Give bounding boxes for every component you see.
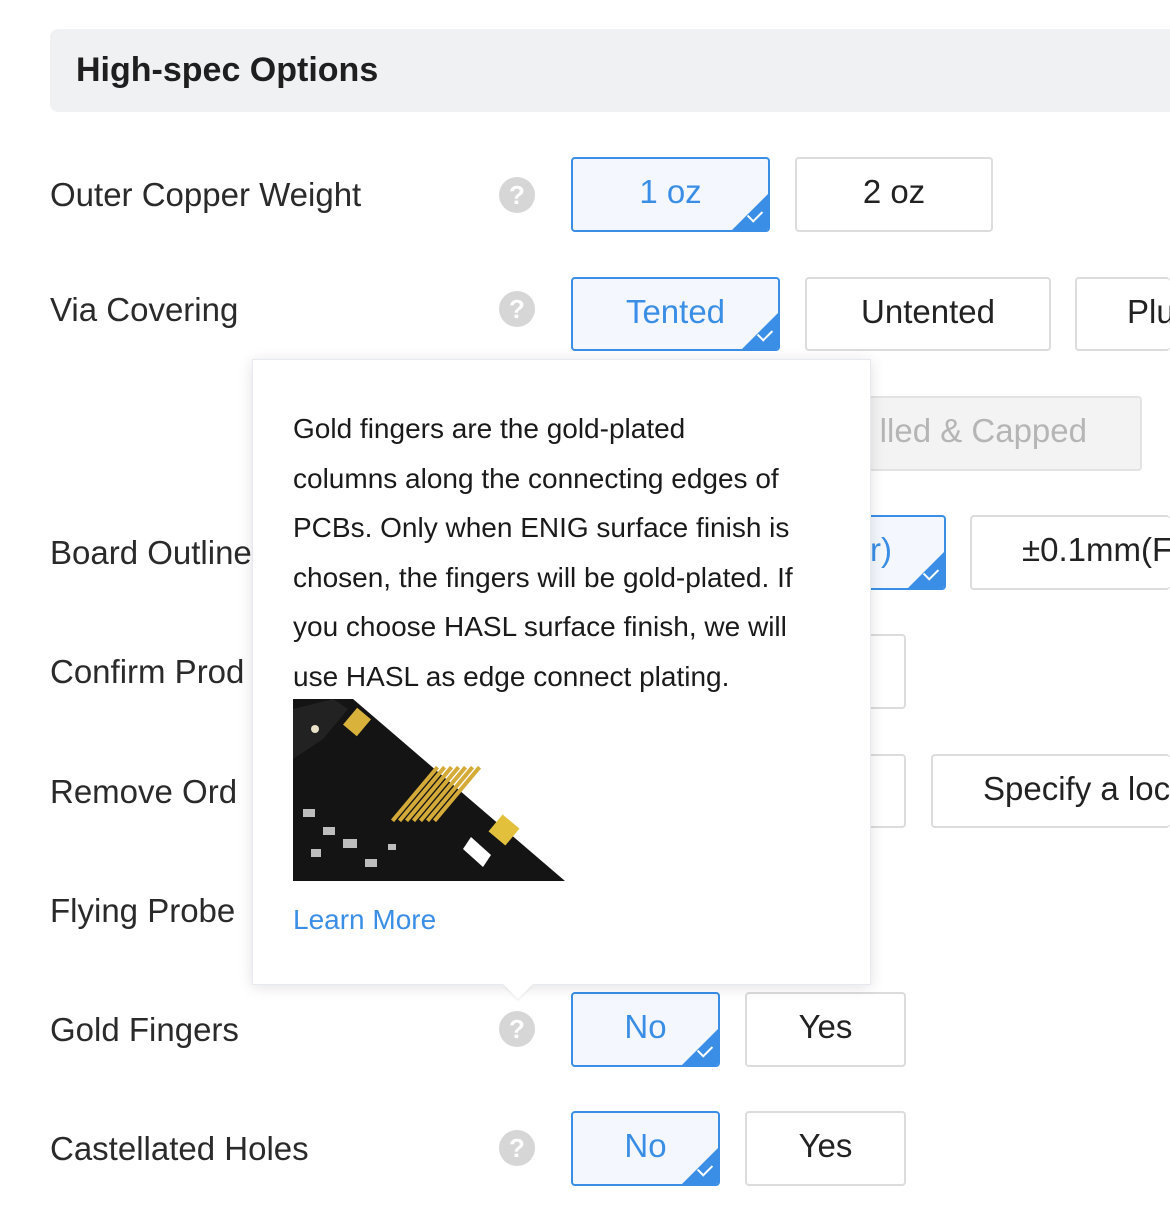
option-label: No bbox=[624, 1008, 667, 1045]
option-label: Plu bbox=[1127, 293, 1170, 330]
tooltip-line: you choose HASL surface finish, we will bbox=[293, 611, 787, 643]
option-label: 2 oz bbox=[862, 173, 926, 210]
section-header: High-spec Options bbox=[50, 29, 1170, 112]
option-1oz-button[interactable]: 1 oz bbox=[571, 157, 770, 232]
via-covering-label: Via Covering bbox=[50, 291, 239, 328]
option-tolerance-button[interactable]: ±0.1mm(F bbox=[970, 515, 1170, 590]
gold-fingers-tooltip: Gold fingers are the gold-plated columns… bbox=[252, 359, 871, 999]
question-circle-icon[interactable]: ? bbox=[499, 1011, 535, 1047]
check-corner-icon bbox=[732, 194, 768, 230]
tooltip-arrow bbox=[503, 984, 533, 999]
check-corner-icon bbox=[682, 1148, 718, 1184]
flying-probe-label: Flying Probe bbox=[50, 892, 236, 929]
option-specify-location-button[interactable]: Specify a loc bbox=[931, 754, 1170, 828]
tooltip-line: Gold fingers are the gold-plated bbox=[293, 413, 686, 444]
option-label: Specify a loc bbox=[983, 770, 1170, 807]
option-gold-fingers-no-button[interactable]: No bbox=[571, 992, 720, 1067]
check-corner-icon bbox=[908, 552, 944, 588]
confirm-production-label: Confirm Prod bbox=[50, 653, 245, 690]
option-label: lled & Capped bbox=[879, 412, 1087, 449]
question-circle-icon[interactable]: ? bbox=[499, 291, 535, 327]
option-label: No bbox=[624, 1127, 667, 1164]
option-castellated-no-button[interactable]: No bbox=[571, 1111, 720, 1186]
question-circle-icon[interactable]: ? bbox=[499, 1130, 535, 1166]
check-corner-icon bbox=[742, 313, 778, 349]
option-plugged-button[interactable]: Plu bbox=[1075, 277, 1170, 351]
option-untented-button[interactable]: Untented bbox=[805, 277, 1051, 351]
gold-fingers-label: Gold Fingers bbox=[50, 1011, 239, 1048]
option-castellated-yes-button[interactable]: Yes bbox=[745, 1111, 906, 1186]
option-label: 1 oz bbox=[639, 173, 702, 210]
castellated-holes-label: Castellated Holes bbox=[50, 1130, 309, 1167]
section-title: High-spec Options bbox=[76, 51, 379, 89]
tooltip-line: PCBs. Only when ENIG surface finish is bbox=[293, 512, 790, 544]
outer-copper-weight-label: Outer Copper Weight bbox=[50, 176, 362, 213]
question-circle-icon[interactable]: ? bbox=[499, 177, 535, 213]
board-outline-label: Board Outline bbox=[50, 534, 252, 571]
check-corner-icon bbox=[682, 1029, 718, 1065]
option-label: r) bbox=[870, 531, 892, 568]
option-label: Tented bbox=[625, 293, 726, 330]
tooltip-line: columns along the connecting edges of bbox=[293, 462, 779, 494]
learn-more-link[interactable]: Learn More bbox=[293, 904, 436, 936]
tooltip-line: use HASL as edge connect plating. bbox=[293, 660, 730, 692]
option-label: Yes bbox=[798, 1127, 853, 1164]
option-label: ±0.1mm(F bbox=[1022, 531, 1170, 568]
option-tented-button[interactable]: Tented bbox=[571, 277, 780, 351]
option-gold-fingers-yes-button[interactable]: Yes bbox=[745, 992, 906, 1067]
option-label: Yes bbox=[798, 1008, 853, 1045]
tooltip-text: Gold fingers are the gold-plated columns… bbox=[293, 404, 843, 702]
tooltip-line: chosen, the fingers will be gold-plated.… bbox=[293, 561, 793, 593]
gold-fingers-pcb-image bbox=[293, 699, 565, 881]
option-2oz-button[interactable]: 2 oz bbox=[795, 157, 993, 232]
remove-order-number-label: Remove Ord bbox=[50, 773, 238, 810]
option-label: Untented bbox=[861, 293, 995, 330]
